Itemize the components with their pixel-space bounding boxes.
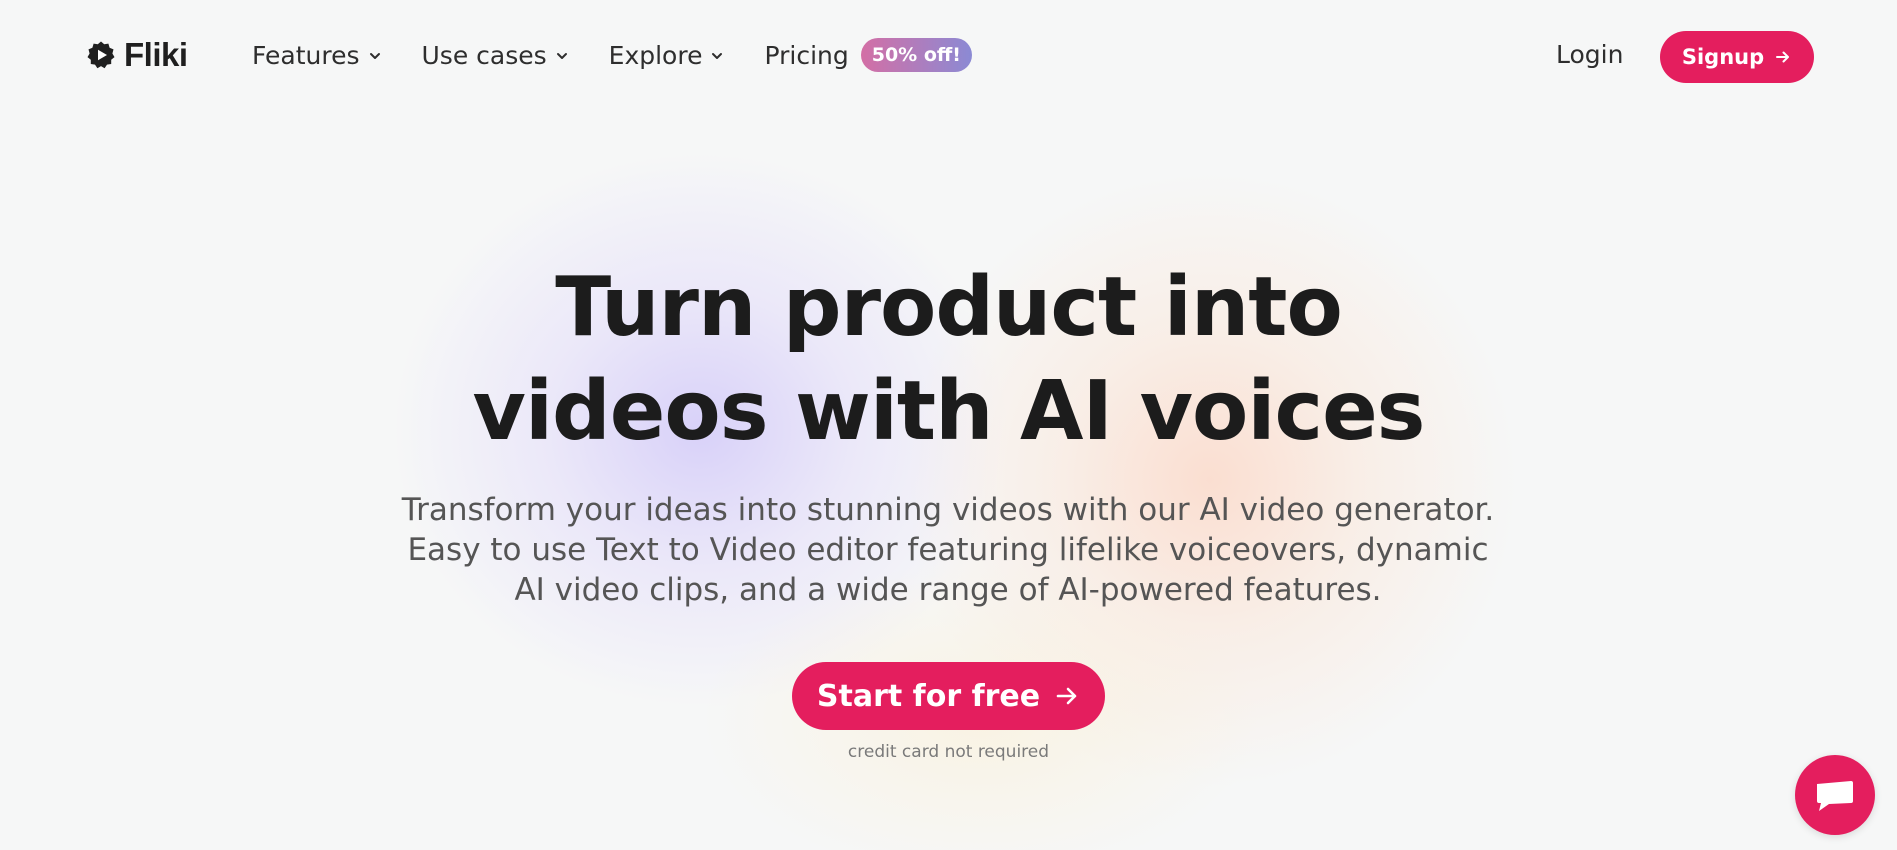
chat-icon bbox=[1817, 781, 1853, 811]
signup-label: Signup bbox=[1681, 45, 1765, 69]
cta-note: credit card not required bbox=[847, 742, 1050, 762]
signup-button[interactable]: Signup bbox=[1660, 31, 1814, 83]
hero-title-line-1: Turn product into bbox=[555, 260, 1343, 355]
main-nav: Features Use cases Explore Pricing 50% o… bbox=[252, 38, 972, 72]
login-link[interactable]: Login bbox=[1556, 40, 1623, 69]
chevron-down-icon bbox=[556, 53, 567, 59]
nav-item-label: Features bbox=[252, 40, 360, 70]
play-gear-icon bbox=[86, 40, 116, 70]
start-for-free-button[interactable]: Start for free bbox=[792, 662, 1105, 730]
nav-item-label: Pricing bbox=[764, 40, 849, 70]
nav-item-label: Use cases bbox=[421, 40, 547, 70]
chevron-down-icon bbox=[712, 53, 723, 59]
nav-item-features[interactable]: Features bbox=[252, 41, 382, 70]
logo-link[interactable]: Fliki bbox=[86, 36, 188, 74]
hero-subtitle: Transform your ideas into stunning video… bbox=[401, 492, 1495, 608]
chevron-down-icon bbox=[369, 53, 380, 59]
site-header: Fliki Features Use cases Explore Pricing… bbox=[0, 0, 1897, 114]
nav-item-label: Explore bbox=[608, 40, 703, 70]
cta-label: Start for free bbox=[816, 678, 1041, 714]
arrow-right-icon bbox=[1776, 51, 1790, 63]
hero-title: Turn product into videos with AI voices bbox=[0, 256, 1897, 464]
logo-text: Fliki bbox=[124, 36, 188, 73]
arrow-right-icon bbox=[1056, 687, 1077, 705]
nav-item-pricing[interactable]: Pricing bbox=[764, 41, 848, 70]
discount-badge[interactable]: 50% off! bbox=[860, 38, 972, 72]
nav-item-explore[interactable]: Explore bbox=[609, 41, 725, 70]
chat-widget-button[interactable] bbox=[1795, 755, 1875, 835]
landing-page: Fliki Features Use cases Explore Pricing… bbox=[0, 0, 1897, 850]
nav-item-use-cases[interactable]: Use cases bbox=[422, 41, 569, 70]
hero-title-line-2: videos with AI voices bbox=[472, 364, 1426, 459]
